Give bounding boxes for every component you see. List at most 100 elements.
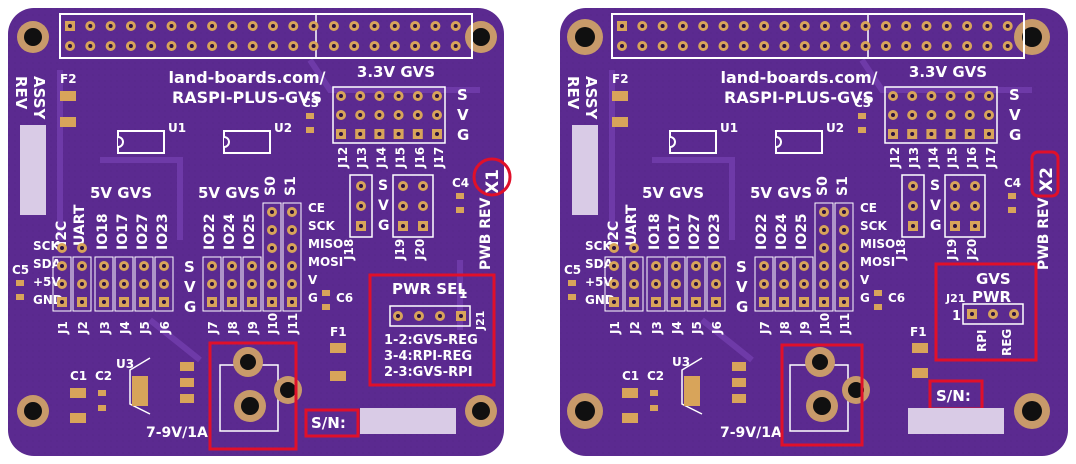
j19-label: J19 bbox=[393, 239, 407, 261]
pin-hole bbox=[102, 264, 106, 268]
label-s0: S0 bbox=[815, 176, 831, 196]
svg-s-mid: S bbox=[930, 178, 940, 194]
label-io17: IO17 bbox=[667, 213, 683, 250]
f1-label: F1 bbox=[330, 325, 347, 339]
svg-g-left: G bbox=[184, 298, 196, 316]
pin-hole bbox=[128, 44, 133, 48]
pin-hole bbox=[782, 264, 786, 268]
label-3v3-gvs: 3.3V GVS bbox=[909, 63, 987, 81]
pin-hole bbox=[701, 44, 706, 48]
pin-hole bbox=[339, 94, 343, 98]
jumper-ref-label: J7 bbox=[758, 321, 772, 335]
pin-hole bbox=[714, 264, 718, 268]
pin-hole bbox=[417, 314, 421, 318]
jumper-ref-label: J6 bbox=[158, 321, 172, 335]
c1-label: C1 bbox=[622, 369, 639, 383]
pin-hole bbox=[891, 113, 895, 117]
power-input-label: 7-9V/1A bbox=[720, 425, 782, 441]
pin-hole bbox=[910, 94, 915, 98]
pwb-rev-code: X2 bbox=[1037, 167, 1057, 192]
pin-hole bbox=[396, 94, 401, 98]
pin-hole bbox=[331, 24, 336, 28]
pin-hole bbox=[189, 44, 194, 48]
pin-hole bbox=[612, 246, 616, 250]
pin-hole bbox=[929, 132, 934, 136]
svg-v-top: V bbox=[457, 106, 469, 124]
jumper-ref-label: J2 bbox=[76, 321, 90, 335]
jumper-ref-label: J3 bbox=[98, 321, 112, 335]
c6-label: C6 bbox=[888, 291, 905, 305]
label-v: V bbox=[308, 273, 318, 287]
pin-hole bbox=[250, 264, 254, 268]
pin-hole bbox=[377, 132, 382, 136]
pin-hole bbox=[413, 44, 418, 48]
pin-hole bbox=[352, 44, 357, 48]
c3-label: C3 bbox=[302, 96, 319, 110]
serial-label: S/N: bbox=[936, 387, 971, 405]
jumper-ref-label: J10 bbox=[266, 313, 280, 335]
pin-hole bbox=[701, 24, 706, 28]
jumper-ref-label: J16 bbox=[965, 147, 979, 169]
pin-hole bbox=[911, 184, 915, 188]
pin-hole bbox=[290, 264, 294, 268]
c1-label: C1 bbox=[70, 369, 87, 383]
label-sck2: SCK bbox=[860, 219, 887, 233]
pin-hole bbox=[352, 24, 357, 28]
pin-hole bbox=[413, 24, 418, 28]
pin-hole bbox=[68, 24, 72, 28]
pin-hole bbox=[142, 282, 146, 286]
label-mosi: MOSI bbox=[308, 255, 343, 269]
pin-hole bbox=[929, 94, 934, 98]
pin-hole bbox=[108, 44, 113, 48]
board-left: land-boards.com/ RASPI-PLUS-GVS 3.3V GVS… bbox=[8, 8, 512, 456]
pin-hole bbox=[270, 246, 274, 250]
pin-hole bbox=[680, 24, 685, 28]
pin-hole bbox=[911, 224, 915, 228]
pin-hole bbox=[291, 24, 296, 28]
label-io22: IO22 bbox=[202, 213, 218, 250]
jumper-ref-label: J2 bbox=[628, 321, 642, 335]
pwr-sel-title: PWR SEL bbox=[392, 280, 467, 298]
pin-hole bbox=[911, 204, 915, 208]
pin-hole bbox=[290, 282, 294, 286]
pin-hole bbox=[842, 246, 846, 250]
pin-hole bbox=[863, 24, 868, 28]
gvs-pwr-title-1: GVS bbox=[976, 270, 1011, 288]
pin-hole bbox=[359, 224, 363, 228]
pin-hole bbox=[339, 113, 343, 117]
pin-hole bbox=[311, 24, 316, 28]
pin-hole bbox=[612, 282, 616, 286]
pin-hole bbox=[741, 24, 746, 28]
pin-hole bbox=[453, 24, 458, 28]
pin-hole bbox=[250, 282, 254, 286]
pin-hole bbox=[396, 132, 401, 136]
pin-hole bbox=[210, 24, 215, 28]
pin-hole bbox=[250, 300, 254, 304]
c2-label: C2 bbox=[647, 369, 664, 383]
pin-hole bbox=[987, 94, 991, 98]
pin-hole bbox=[358, 132, 363, 136]
pin-hole bbox=[612, 264, 616, 268]
label-3v3-gvs: 3.3V GVS bbox=[357, 63, 435, 81]
pin-hole bbox=[339, 132, 343, 136]
jumper-ref-label: J15 bbox=[946, 147, 960, 169]
svg-g-mid: G bbox=[930, 218, 942, 234]
gvs-pwr-pin1: 1 bbox=[952, 309, 961, 324]
pin-hole bbox=[230, 44, 235, 48]
label-io27: IO27 bbox=[687, 213, 703, 250]
pin-hole bbox=[270, 264, 274, 268]
pin-hole bbox=[680, 44, 685, 48]
pin-hole bbox=[891, 94, 895, 98]
j18-label: J18 bbox=[894, 239, 908, 261]
pin-hole bbox=[953, 184, 957, 188]
pin-hole bbox=[1012, 312, 1016, 316]
pin-hole bbox=[863, 44, 868, 48]
pin-hole bbox=[230, 300, 234, 304]
jumper-ref-label: J5 bbox=[138, 321, 152, 335]
pin-hole bbox=[60, 300, 64, 304]
pin-hole bbox=[842, 300, 846, 304]
pin-hole bbox=[210, 282, 214, 286]
pin-hole bbox=[953, 224, 957, 228]
pin-hole bbox=[612, 300, 616, 304]
jumper-ref-label: J12 bbox=[336, 147, 350, 169]
